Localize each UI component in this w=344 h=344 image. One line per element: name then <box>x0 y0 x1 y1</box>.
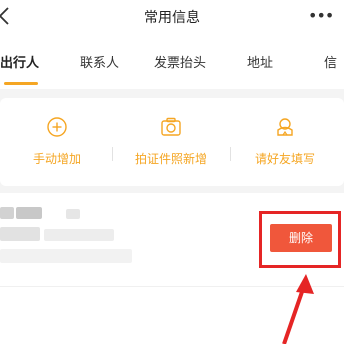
invite-friend-label: 请好友填写 <box>254 152 315 166</box>
active-tab-indicator <box>4 82 38 85</box>
tab-travelers[interactable]: 出行人 <box>0 52 39 71</box>
blurred-name <box>0 207 14 219</box>
tab-more-partial[interactable]: 信 <box>324 52 337 71</box>
invite-friend-button[interactable]: 请好友填写 <box>228 98 342 186</box>
tab-contacts[interactable]: 联系人 <box>80 52 119 71</box>
annotation-arrow-icon <box>282 274 314 344</box>
blurred-name <box>16 207 42 219</box>
photo-id-add-label: 拍证件照新增 <box>134 152 207 166</box>
blurred-detail <box>44 229 114 241</box>
camera-icon <box>161 117 181 136</box>
plus-circle-icon <box>47 117 67 137</box>
annotation-highlight-box <box>259 211 341 268</box>
page: 常用信息 ••• 出行人 联系人 发票抬头 地址 信 手动增加 拍证件照新增 请… <box>0 0 344 344</box>
blurred-name <box>66 209 80 219</box>
tab-addresses[interactable]: 地址 <box>247 52 273 71</box>
friend-icon <box>277 118 293 136</box>
blurred-detail <box>0 249 132 263</box>
page-title: 常用信息 <box>144 10 200 26</box>
quick-actions-card: 手动增加 拍证件照新增 请好友填写 <box>0 98 344 186</box>
divider <box>112 147 113 161</box>
tab-bar: 出行人 联系人 发票抬头 地址 信 <box>0 40 344 88</box>
more-menu-icon[interactable]: ••• <box>308 2 334 30</box>
manual-add-label: 手动增加 <box>32 152 81 166</box>
photo-id-add-button[interactable]: 拍证件照新增 <box>114 98 228 186</box>
manual-add-button[interactable]: 手动增加 <box>0 98 114 186</box>
blurred-detail <box>0 227 40 241</box>
tab-invoice-titles[interactable]: 发票抬头 <box>154 52 206 71</box>
navbar: 常用信息 ••• <box>0 0 344 34</box>
